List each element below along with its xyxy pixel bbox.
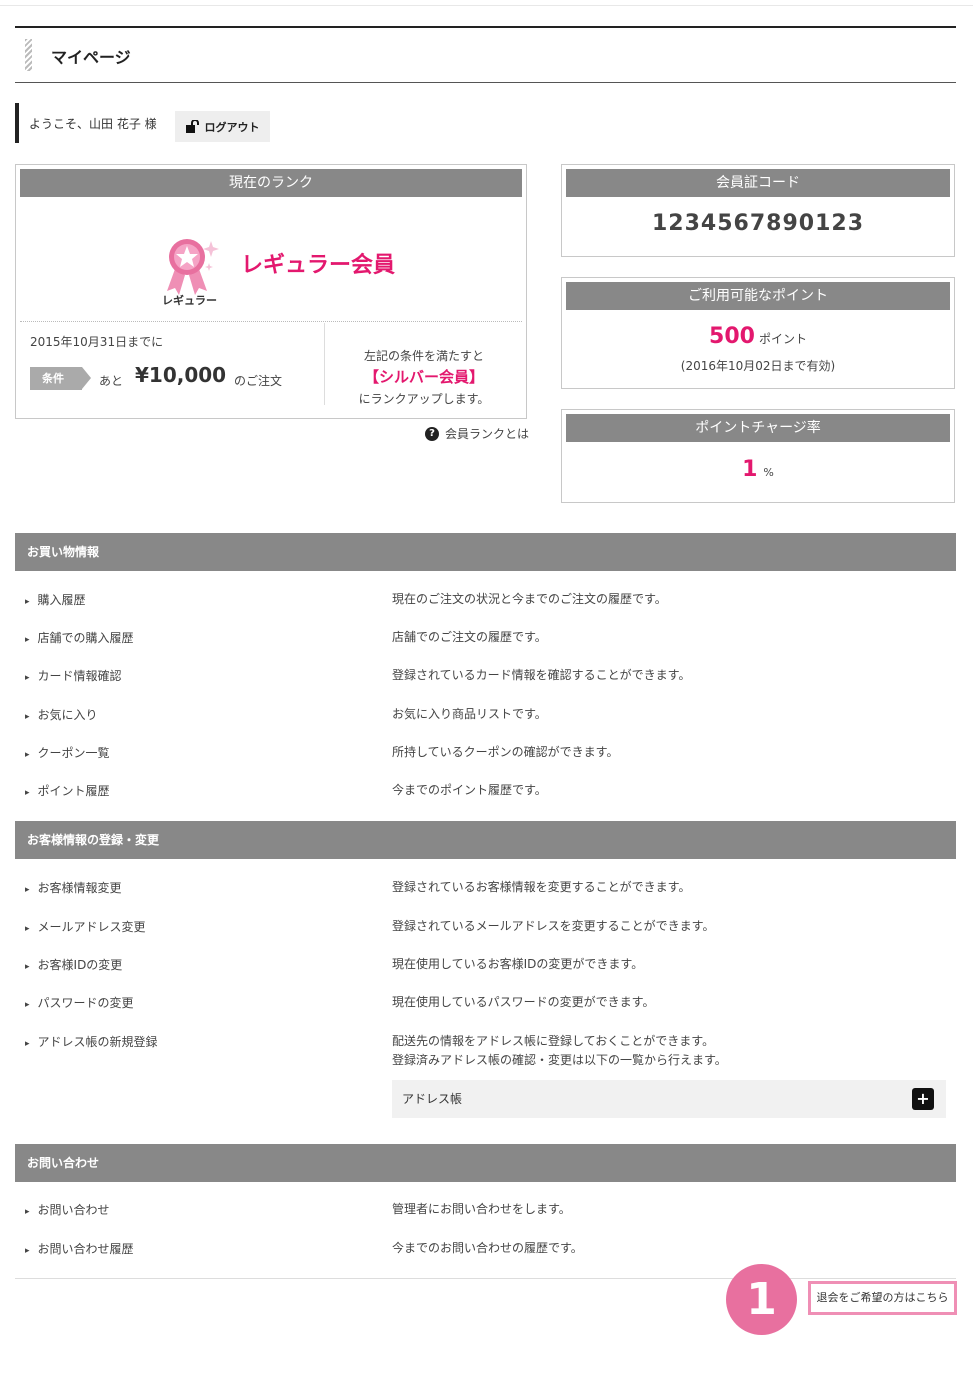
unlock-icon — [185, 120, 199, 133]
address-book-accordion[interactable]: アドレス帳 + — [392, 1080, 946, 1118]
menu-edit-customer-info-desc: 登録されているお客様情報を変更することができます。 — [392, 880, 691, 894]
menu-inquiry-desc: 管理者にお問い合わせをします。 — [392, 1202, 571, 1216]
upgrade-rank-name: 【シルバー会員】 — [363, 368, 484, 386]
rank-heading: 現在のランク — [20, 169, 522, 197]
menu-new-address-desc-2: 登録済みアドレス帳の確認・変更は以下の一覧から行えます。 — [392, 1053, 727, 1067]
menu-change-customer-id-desc: 現在使用しているお客様IDの変更ができます。 — [392, 957, 644, 971]
menu-favorites-desc: お気に入り商品リストです。 — [392, 707, 547, 721]
menu-card-info[interactable]: カード情報確認 — [25, 667, 122, 684]
condition-suffix: のご注文 — [234, 374, 283, 388]
menu-change-password-desc: 現在使用しているパスワードの変更ができます。 — [392, 995, 655, 1009]
menu-coupons-desc: 所持しているクーポンの確認ができます。 — [392, 745, 619, 759]
rank-badge-label: レギュラー — [162, 294, 217, 307]
member-code-value: 1234567890123 — [652, 211, 864, 236]
rank-panel: 現在のランク レギュラー レギュラー会員 2015年10月31日までに 条件 あ… — [15, 164, 527, 419]
section-customer-info-heading: お客様情報の登録・変更 — [15, 821, 956, 859]
rank-vertical-divider — [324, 323, 325, 405]
title-stripe-decoration — [25, 39, 32, 71]
menu-change-password[interactable]: パスワードの変更 — [25, 994, 134, 1011]
menu-point-history[interactable]: ポイント履歴 — [25, 782, 110, 799]
charge-rate-panel: ポイントチャージ率 1% — [561, 409, 955, 503]
charge-rate-unit: % — [763, 466, 774, 479]
menu-favorites[interactable]: お気に入り — [25, 706, 98, 723]
rank-name: レギュラー会員 — [241, 253, 396, 278]
logout-label: ログアウト — [204, 120, 260, 134]
plus-icon[interactable]: + — [912, 1088, 934, 1110]
rank-help-link[interactable]: ? 会員ランクとは — [425, 425, 529, 442]
top-divider — [0, 5, 973, 6]
points-line: 500 ポイント — [562, 324, 954, 349]
welcome-text: ようこそ、山田 花子 様 — [29, 116, 157, 131]
upgrade-text-1: 左記の条件を満たすと — [363, 349, 484, 363]
menu-store-purchase-history-desc: 店舗でのご注文の履歴です。 — [392, 630, 547, 644]
menu-purchase-history-desc: 現在のご注文の状況と今までのご注文の履歴です。 — [392, 592, 667, 606]
menu-change-email[interactable]: メールアドレス変更 — [25, 918, 146, 935]
rank-divider — [20, 321, 522, 322]
welcome-message: ようこそ、山田 花子 様 — [15, 103, 157, 143]
menu-point-history-desc: 今までのポイント履歴です。 — [392, 783, 547, 797]
points-expiry: (2016年10月02日まで有効) — [680, 359, 836, 373]
points-unit: ポイント — [758, 332, 807, 346]
member-code-panel: 会員証コード 1234567890123 — [561, 164, 955, 257]
menu-inquiry-history-desc: 今までのお問い合わせの履歴です。 — [392, 1241, 583, 1255]
menu-inquiry[interactable]: お問い合わせ — [25, 1201, 110, 1218]
rank-deadline: 2015年10月31日までに — [30, 335, 164, 349]
question-icon: ? — [425, 426, 439, 441]
menu-store-purchase-history[interactable]: 店舗での購入履歴 — [25, 629, 134, 646]
menu-new-address-desc: 配送先の情報をアドレス帳に登録しておくことができます。 — [392, 1034, 715, 1048]
upgrade-text-3: にランクアップします。 — [358, 392, 490, 406]
points-heading: ご利用可能なポイント — [566, 282, 950, 310]
charge-rate-line: 1% — [562, 457, 954, 482]
menu-change-email-desc: 登録されているメールアドレスを変更することができます。 — [392, 919, 715, 933]
logout-button[interactable]: ログアウト — [175, 111, 270, 142]
menu-purchase-history[interactable]: 購入履歴 — [25, 591, 86, 608]
page-title-bar: マイページ — [15, 26, 956, 83]
condition-amount: ¥10,000 — [135, 363, 227, 387]
member-code-heading: 会員証コード — [566, 169, 950, 197]
withdraw-link[interactable]: 退会をご希望の方はこちら — [808, 1281, 957, 1315]
menu-edit-customer-info[interactable]: お客様情報変更 — [25, 879, 122, 896]
menu-new-address[interactable]: アドレス帳の新規登録 — [25, 1033, 158, 1050]
step-number-badge: 1 — [726, 1264, 797, 1335]
menu-inquiry-history[interactable]: お問い合わせ履歴 — [25, 1240, 134, 1257]
charge-rate-value: 1 — [742, 457, 758, 482]
menu-coupons[interactable]: クーポン一覧 — [25, 744, 110, 761]
menu-change-customer-id[interactable]: お客様IDの変更 — [25, 956, 123, 973]
points-panel: ご利用可能なポイント 500 ポイント (2016年10月02日まで有効) — [561, 277, 955, 389]
address-book-label: アドレス帳 — [402, 1092, 463, 1106]
menu-card-info-desc: 登録されているカード情報を確認することができます。 — [392, 668, 691, 682]
condition-prefix: あと — [99, 374, 124, 388]
section-shopping-heading: お買い物情報 — [15, 533, 956, 571]
points-value: 500 — [709, 324, 755, 349]
page-title: マイページ — [51, 48, 131, 67]
section-inquiry-heading: お問い合わせ — [15, 1144, 956, 1182]
footer-divider — [15, 1278, 956, 1279]
condition-tag: 条件 — [30, 367, 91, 390]
rank-help-label: 会員ランクとは — [445, 427, 530, 441]
charge-rate-heading: ポイントチャージ率 — [566, 414, 950, 442]
